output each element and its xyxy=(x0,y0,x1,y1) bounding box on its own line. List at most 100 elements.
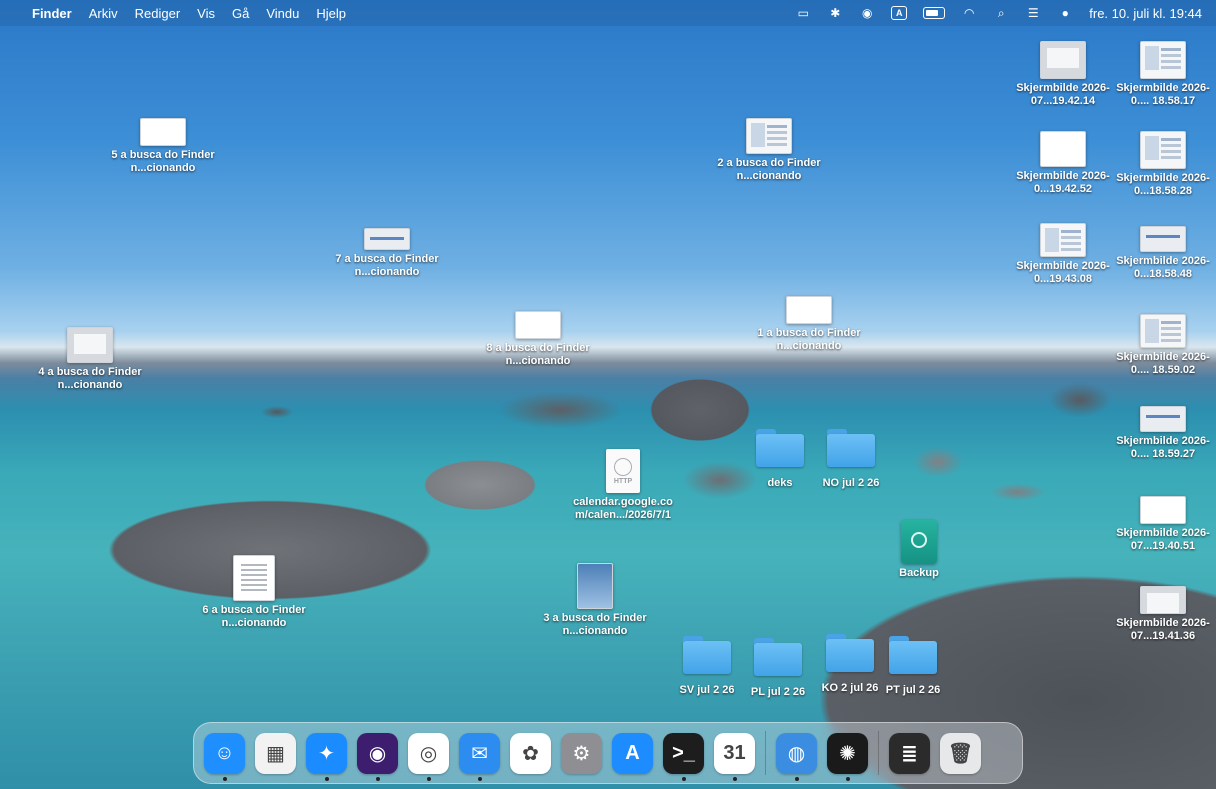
screenshot-thumbnail xyxy=(1040,41,1086,79)
finder-icon[interactable]: ☺ xyxy=(204,732,245,781)
folder-label: PT jul 2 26 xyxy=(885,684,941,696)
globe-icon xyxy=(614,458,632,476)
stack-icon[interactable]: ≣ xyxy=(889,732,930,774)
input-source-icon[interactable]: A xyxy=(891,6,908,20)
menu-bar: Finder Arkiv Rediger Vis Gå Vindu Hjelp … xyxy=(0,0,1216,26)
screenshot-label: Skjermbilde 2026-07...19.42.14 xyxy=(1016,82,1110,107)
menu-vis[interactable]: Vis xyxy=(197,6,215,21)
dock: ☺ ▦ ✦ ◉ ◎ ✉ ✿ ⚙ A >_ 31 ◍ ✺ ≣ 🗑 xyxy=(193,722,1023,784)
screenshot-thumbnail xyxy=(1040,223,1086,257)
folder-label: NO jul 2 26 xyxy=(822,477,880,489)
dock-separator xyxy=(878,731,879,775)
screenshot-file[interactable]: Skjermbilde 2026-07...19.42.14 xyxy=(1008,41,1118,108)
app-store-icon[interactable]: A xyxy=(612,732,653,774)
file-label: calendar.google.co m/calen.../2026/7/1 xyxy=(573,496,673,521)
screenshot-thumbnail xyxy=(1040,131,1086,167)
folder-icon xyxy=(889,636,937,674)
file-label: 8 a busca do Finder n...cionando xyxy=(486,342,590,367)
menu-clock[interactable]: fre. 10. juli kl. 19:44 xyxy=(1089,6,1202,21)
desktop-file-8[interactable]: 8 a busca do Finder n...cionando xyxy=(483,311,593,368)
screenshot-label: Skjermbilde 2026-07...19.40.51 xyxy=(1116,527,1210,552)
screenshot-thumbnail xyxy=(1140,226,1186,252)
screenshot-label: Skjermbilde 2026-0...18.58.28 xyxy=(1116,172,1210,197)
power-icon xyxy=(911,532,927,548)
ai-assistant-icon[interactable]: ✱ xyxy=(827,6,843,20)
screenshot-file[interactable]: Skjermbilde 2026-07...19.40.51 xyxy=(1108,496,1216,553)
screenshot-file[interactable]: Skjermbilde 2026-0...18.58.48 xyxy=(1108,226,1216,281)
desktop-file-1[interactable]: 1 a busca do Finder n...cionando xyxy=(754,296,864,353)
screenshot-thumbnail xyxy=(1140,41,1186,79)
trash-icon[interactable]: 🗑 xyxy=(940,732,981,774)
backup-app-icon[interactable]: ◍ xyxy=(776,732,817,781)
file-label: 3 a busca do Finder n...cionando xyxy=(543,612,647,637)
desktop-file-7[interactable]: 7 a busca do Finder n...cionando xyxy=(332,228,442,279)
terminal-icon[interactable]: >_ xyxy=(663,732,704,781)
webloc-tag: HTTP xyxy=(613,478,633,485)
firefox-icon[interactable]: ◉ xyxy=(357,732,398,781)
mail-icon[interactable]: ✉ xyxy=(459,732,500,781)
desktop-file-3[interactable]: 3 a busca do Finder n...cionando xyxy=(540,563,650,638)
control-center-icon[interactable]: ☰ xyxy=(1025,6,1041,20)
photos-icon[interactable]: ✿ xyxy=(510,732,551,774)
chrome-icon[interactable]: ◎ xyxy=(408,732,449,781)
folder-no[interactable]: NO jul 2 26 xyxy=(796,429,906,490)
screenshot-file[interactable]: Skjermbilde 2026-0...19.43.08 xyxy=(1008,223,1118,286)
folder-pt[interactable]: PT jul 2 26 xyxy=(858,636,968,697)
chatgpt-icon[interactable]: ✺ xyxy=(827,732,868,781)
desktop-file-2[interactable]: 2 a busca do Finder n...cionando xyxy=(714,118,824,183)
file-label: 2 a busca do Finder n...cionando xyxy=(717,157,821,182)
desktop-file-6[interactable]: 6 a busca do Finder n...cionando xyxy=(199,555,309,630)
file-thumbnail xyxy=(233,555,275,601)
screenshot-file[interactable]: Skjermbilde 2026-0.... 18.59.27 xyxy=(1108,406,1216,461)
menu-vindu[interactable]: Vindu xyxy=(266,6,299,21)
system-settings-icon[interactable]: ⚙ xyxy=(561,732,602,774)
calendar-icon[interactable]: 31 xyxy=(714,732,755,781)
menu-app-name[interactable]: Finder xyxy=(32,6,72,21)
folder-icon xyxy=(827,429,875,467)
screenshot-thumbnail xyxy=(1140,496,1186,524)
screenshot-label: Skjermbilde 2026-0.... 18.58.17 xyxy=(1116,82,1210,107)
safari-icon[interactable]: ✦ xyxy=(306,732,347,781)
screenshot-label: Skjermbilde 2026-0.... 18.59.02 xyxy=(1116,351,1210,376)
menu-arkiv[interactable]: Arkiv xyxy=(89,6,118,21)
siri-icon[interactable]: ● xyxy=(1057,6,1073,20)
file-thumbnail xyxy=(67,327,113,363)
menu-rediger[interactable]: Rediger xyxy=(135,6,181,21)
screenshot-file[interactable]: Skjermbilde 2026-0.... 18.58.17 xyxy=(1108,41,1216,108)
user-icon[interactable]: ◉ xyxy=(859,6,875,20)
screenshot-file[interactable]: Skjermbilde 2026-0.... 18.59.02 xyxy=(1108,314,1216,377)
file-thumbnail xyxy=(364,228,410,250)
menu-ga[interactable]: Gå xyxy=(232,6,249,21)
desktop-webloc-calendar[interactable]: HTTP calendar.google.co m/calen.../2026/… xyxy=(568,449,678,522)
file-thumbnail xyxy=(577,563,613,609)
screenshot-file[interactable]: Skjermbilde 2026-0...19.42.52 xyxy=(1008,131,1118,196)
file-label: 1 a busca do Finder n...cionando xyxy=(757,327,861,352)
desktop-file-4[interactable]: 4 a busca do Finder n...cionando xyxy=(35,327,145,392)
screenshot-file[interactable]: Skjermbilde 2026-07...19.41.36 xyxy=(1108,586,1216,643)
battery-icon[interactable] xyxy=(923,7,946,19)
launchpad-icon[interactable]: ▦ xyxy=(255,732,296,774)
search-icon[interactable]: ⌕ xyxy=(993,6,1009,20)
file-thumbnail xyxy=(746,118,792,154)
screenshot-label: Skjermbilde 2026-0...19.43.08 xyxy=(1016,260,1110,285)
screenshot-label: Skjermbilde 2026-0...19.42.52 xyxy=(1016,170,1110,195)
screenshot-file[interactable]: Skjermbilde 2026-0...18.58.28 xyxy=(1108,131,1216,198)
file-label: 5 a busca do Finder n...cionando xyxy=(111,149,215,174)
screenshot-label: Skjermbilde 2026-0...18.58.48 xyxy=(1116,255,1210,280)
screen-mirroring-icon[interactable]: ▭ xyxy=(795,6,811,20)
screenshot-label: Skjermbilde 2026-07...19.41.36 xyxy=(1116,617,1210,642)
screenshot-thumbnail xyxy=(1140,406,1186,432)
drive-icon xyxy=(901,520,937,564)
wifi-icon[interactable]: ◠ xyxy=(961,6,977,20)
file-label: 6 a busca do Finder n...cionando xyxy=(202,604,306,629)
webloc-icon: HTTP xyxy=(606,449,640,493)
dock-separator xyxy=(765,731,766,775)
screenshot-thumbnail xyxy=(1140,131,1186,169)
file-label: 7 a busca do Finder n...cionando xyxy=(335,253,439,278)
desktop-file-5[interactable]: 5 a busca do Finder n...cionando xyxy=(108,118,218,175)
backup-drive[interactable]: Backup xyxy=(864,520,974,580)
drive-label: Backup xyxy=(899,567,939,579)
file-thumbnail xyxy=(515,311,561,339)
screenshot-thumbnail xyxy=(1140,586,1186,614)
menu-hjelp[interactable]: Hjelp xyxy=(316,6,346,21)
